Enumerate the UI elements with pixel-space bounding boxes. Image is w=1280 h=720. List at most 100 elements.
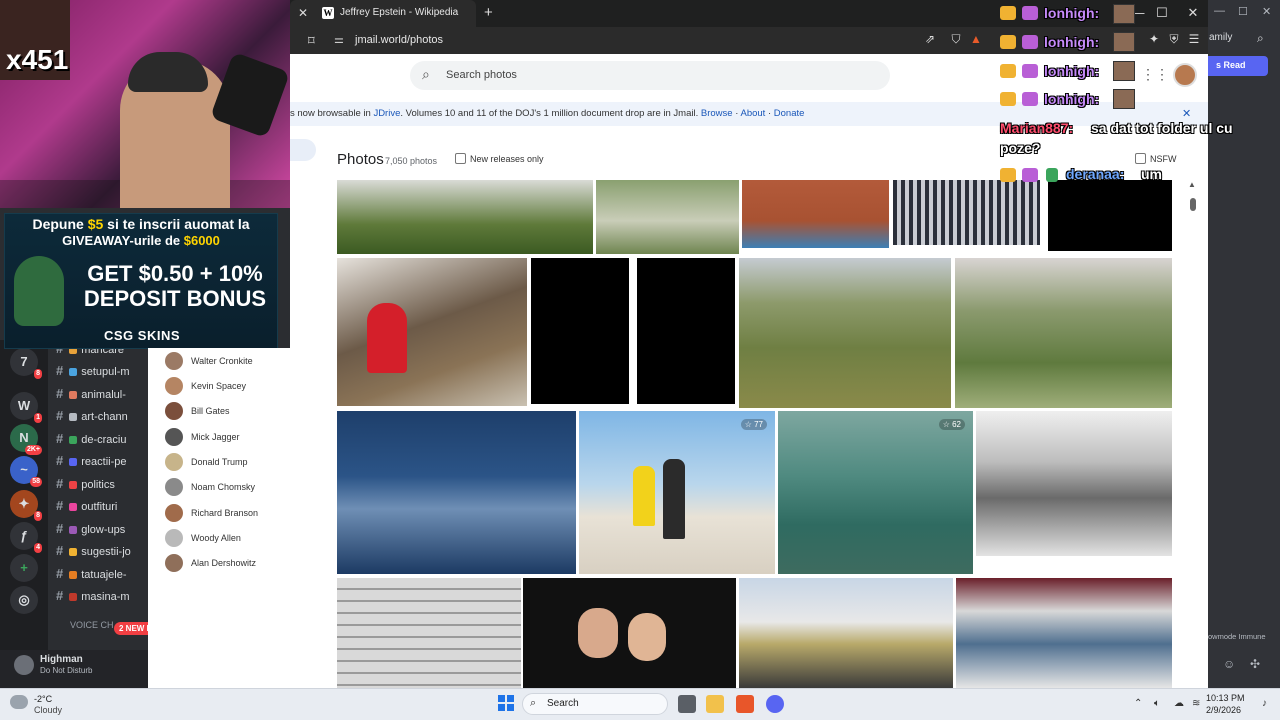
photo-tile[interactable] — [337, 578, 521, 688]
wifi-icon[interactable]: ≋ — [1192, 698, 1200, 709]
photo-tile[interactable] — [976, 411, 1172, 556]
clock-date[interactable]: 2/9/2026 — [1206, 705, 1241, 715]
photo-tile[interactable]: ☆ 77 — [579, 411, 775, 574]
server-icon[interactable]: ~58 — [10, 456, 42, 487]
close-window-icon[interactable]: ✕ — [1183, 5, 1203, 21]
tray-chevron-icon[interactable]: ⌃ — [1134, 698, 1142, 709]
person-filter-item[interactable]: Donald Trump — [163, 453, 293, 475]
photo-tile[interactable] — [739, 258, 951, 408]
taskbar-search[interactable] — [522, 693, 668, 715]
server-icon[interactable]: ✦ 8 — [10, 490, 42, 521]
person-filter-item[interactable]: Woody Allen — [163, 529, 293, 551]
weather-desc[interactable]: Cloudy — [34, 705, 62, 715]
channel-item[interactable]: # art-chann — [56, 408, 152, 428]
maximize-icon[interactable]: ☐ — [1152, 5, 1172, 21]
channel-item[interactable]: # tatuajele- — [56, 566, 152, 586]
photo-tile[interactable] — [955, 258, 1172, 408]
browse-link[interactable]: Browse — [701, 108, 733, 119]
apps-grid-icon[interactable]: ⋮⋮ — [1141, 66, 1169, 83]
person-filter-item[interactable]: Walter Cronkite — [163, 352, 293, 374]
brave-browser-icon[interactable] — [736, 695, 754, 713]
new-releases-checkbox[interactable] — [455, 153, 466, 164]
server-icon[interactable]: 78 — [10, 348, 42, 379]
close-window-icon[interactable]: ✕ — [1262, 5, 1271, 18]
weather-temp[interactable]: -2°C — [34, 694, 52, 704]
redacted-photo-tile[interactable] — [637, 258, 735, 404]
jdrive-link[interactable]: JDrive — [373, 108, 400, 119]
channel-item[interactable]: # setupul-m — [56, 363, 152, 383]
apps-icon[interactable]: ✣ — [1250, 657, 1260, 671]
person-filter-item[interactable]: Kevin Spacey — [163, 377, 293, 399]
task-view-icon[interactable] — [678, 695, 696, 713]
photo-tile[interactable] — [337, 180, 593, 254]
photo-tile[interactable] — [742, 180, 889, 248]
emoji-icon[interactable]: ☺ — [1223, 657, 1235, 671]
network-icon[interactable]: ☁ — [1174, 698, 1184, 709]
scrollbar[interactable] — [1186, 178, 1200, 688]
vpn-icon[interactable]: ⛨ — [1166, 32, 1182, 47]
brave-shield-icon[interactable]: ⛉ — [948, 32, 964, 47]
photo-tile[interactable] — [523, 578, 736, 688]
channel-item[interactable]: # sugestii-jo — [56, 543, 152, 563]
close-tab-icon[interactable]: ✕ — [296, 6, 310, 20]
skull-badge-icon — [1022, 64, 1038, 78]
clock-time[interactable]: 10:13 PM — [1206, 693, 1245, 703]
avatar[interactable] — [14, 655, 34, 675]
photo-tile[interactable] — [337, 411, 576, 574]
nav-active-item[interactable] — [290, 139, 316, 161]
share-icon[interactable]: ⇗ — [922, 32, 938, 46]
windows-start-icon[interactable] — [498, 695, 514, 711]
cloud-icon[interactable] — [10, 695, 28, 709]
channel-item[interactable]: # de-craciu — [56, 431, 152, 451]
redacted-photo-tile[interactable] — [531, 258, 629, 404]
channel-item[interactable]: # masina-m — [56, 588, 152, 608]
add-server-icon[interactable]: + — [10, 554, 38, 582]
explore-icon[interactable]: ◎ — [10, 586, 38, 614]
server-badge: 58 — [30, 477, 42, 487]
channel-item[interactable]: # politics — [56, 476, 152, 496]
channel-emoji-icon — [69, 548, 78, 557]
notification-bell-icon[interactable]: ♪ — [1262, 698, 1267, 709]
photo-tile[interactable]: ☆ 62 — [778, 411, 973, 574]
photo-tile[interactable] — [739, 578, 953, 688]
photo-tile[interactable] — [337, 258, 527, 406]
channel-item[interactable]: # glow-ups — [56, 521, 152, 541]
search-icon[interactable]: ⌕ — [1257, 31, 1264, 46]
mark-as-read-button[interactable]: s Read — [1208, 56, 1268, 76]
minimize-icon[interactable]: — — [1214, 5, 1225, 17]
server-icon[interactable]: ƒ4 — [10, 522, 42, 553]
menu-icon[interactable]: ☰ — [1186, 32, 1202, 46]
photo-tile[interactable] — [596, 180, 739, 254]
scrollbar-thumb[interactable] — [1190, 198, 1196, 211]
channel-item[interactable]: # animalul- — [56, 386, 152, 406]
nsfw-checkbox[interactable] — [1135, 153, 1146, 164]
new-tab-icon[interactable]: + — [484, 4, 493, 21]
volume-icon[interactable]: 🔈︎ — [1154, 698, 1160, 709]
brave-rewards-icon[interactable]: ▲ — [968, 32, 984, 46]
person-filter-item[interactable]: Bill Gates — [163, 402, 293, 424]
discord-app-icon[interactable] — [766, 695, 784, 713]
voice-channels-header[interactable]: VOICE CH — [70, 620, 114, 630]
server-icon[interactable]: W1 — [10, 392, 42, 423]
close-banner-icon[interactable]: ✕ — [1182, 107, 1191, 120]
bookmark-icon[interactable]: ⌑ — [308, 33, 315, 49]
profile-avatar[interactable] — [1173, 63, 1197, 87]
person-filter-item[interactable]: Richard Branson — [163, 504, 293, 526]
extensions-icon[interactable]: ✦ — [1146, 32, 1162, 46]
donate-link[interactable]: Donate — [774, 108, 805, 119]
server-icon[interactable]: N 2K+ — [10, 424, 42, 455]
person-filter-item[interactable]: Mick Jagger — [163, 428, 293, 450]
channel-item[interactable]: # outfituri — [56, 498, 152, 518]
photo-tile[interactable] — [893, 180, 1040, 245]
person-filter-item[interactable]: Alan Dershowitz — [163, 554, 293, 576]
site-info-icon[interactable]: ⚌ — [334, 33, 344, 46]
file-explorer-icon[interactable] — [706, 695, 724, 713]
scroll-up-icon[interactable]: ▲ — [1188, 180, 1196, 189]
url-field[interactable]: jmail.world/photos — [355, 34, 443, 46]
channel-item[interactable]: # reactii-pe — [56, 453, 152, 473]
about-link[interactable]: About — [741, 108, 766, 119]
maximize-icon[interactable]: ☐ — [1238, 5, 1248, 18]
person-filter-item[interactable]: Noam Chomsky — [163, 478, 293, 500]
photo-tile[interactable] — [956, 578, 1172, 688]
redacted-photo-tile[interactable] — [1048, 180, 1172, 251]
